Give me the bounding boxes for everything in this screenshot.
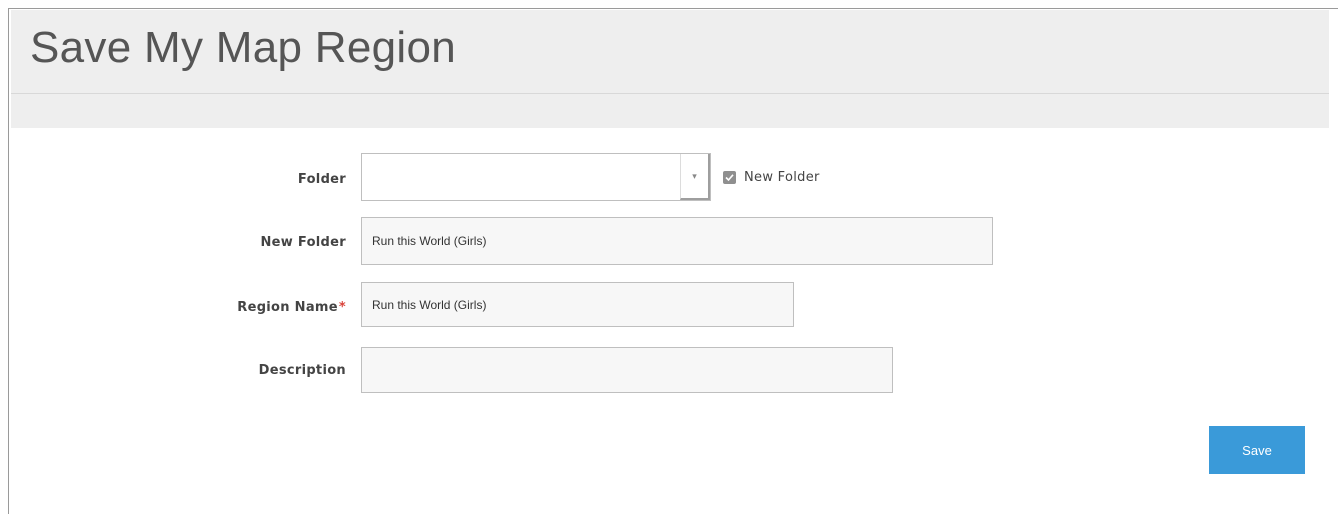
- save-button[interactable]: Save: [1209, 426, 1305, 474]
- required-marker: *: [338, 300, 346, 315]
- region-name-input[interactable]: [361, 282, 794, 327]
- region-name-label: Region Name*: [146, 300, 346, 315]
- save-region-panel: Save My Map Region Folder ▾ New Folder N…: [11, 10, 1329, 506]
- description-label: Description: [258, 363, 346, 378]
- new-folder-checkbox-label[interactable]: New Folder: [744, 170, 820, 185]
- new-folder-checkbox[interactable]: [723, 171, 736, 184]
- description-input[interactable]: [361, 347, 893, 393]
- chevron-down-icon[interactable]: ▾: [680, 154, 710, 200]
- header-subbar: [11, 94, 1329, 128]
- panel-header: Save My Map Region: [11, 10, 1329, 94]
- folder-select[interactable]: ▾: [361, 153, 711, 201]
- checkmark-icon: [725, 174, 734, 182]
- new-folder-label: New Folder: [260, 235, 346, 250]
- new-folder-input[interactable]: [361, 217, 993, 265]
- page-title: Save My Map Region: [30, 23, 457, 72]
- region-name-label-text: Region Name: [237, 300, 338, 315]
- folder-label: Folder: [297, 172, 346, 187]
